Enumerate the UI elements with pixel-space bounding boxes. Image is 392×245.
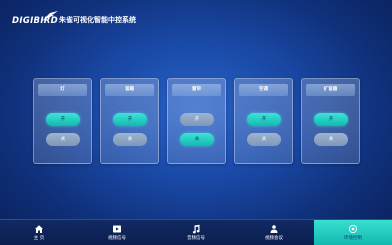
video-conference-icon (270, 225, 278, 233)
panel-curtain: 窗帘 开 关 (167, 78, 226, 164)
logo: DIGIBIRD (12, 10, 62, 30)
nav-item-video-conference[interactable]: 视频会议 (235, 220, 313, 245)
bottom-nav: 主 页 视频信号 音频信号 视频会议 环境控制 (0, 219, 392, 245)
panel-air-conditioner: 空调 开 关 (234, 78, 293, 164)
nav-item-home[interactable]: 主 页 (0, 220, 78, 245)
panel-light: 灯 开 关 (33, 78, 92, 164)
nav-label: 视频信号 (108, 236, 126, 241)
bird-logo-icon (42, 11, 58, 21)
nav-label: 环境控制 (344, 236, 362, 241)
speaker-off-button[interactable]: 关 (113, 133, 147, 146)
nav-item-environment-control[interactable]: 环境控制 (314, 220, 392, 245)
nav-label: 音频信号 (187, 236, 205, 241)
header: DIGIBIRD 朱雀可视化智能中控系统 (12, 8, 382, 32)
nav-label: 主 页 (33, 236, 45, 241)
environment-control-icon (348, 224, 358, 234)
nav-item-video-signal[interactable]: 视频信号 (78, 220, 156, 245)
app-title: 朱雀可视化智能中控系统 (59, 16, 136, 24)
light-off-button[interactable]: 关 (46, 133, 80, 146)
ac-off-button[interactable]: 关 (247, 133, 281, 146)
curtain-close-button[interactable]: 关 (180, 133, 214, 146)
panel-title: 空调 (239, 84, 288, 96)
panel-amplifier: 扩音器 开 关 (301, 78, 360, 164)
nav-label: 视频会议 (265, 236, 283, 241)
nav-item-audio-signal[interactable]: 音频信号 (157, 220, 235, 245)
panel-title: 扩音器 (306, 84, 355, 96)
amplifier-off-button[interactable]: 关 (314, 133, 348, 146)
light-on-button[interactable]: 开 (46, 113, 80, 126)
control-panels: 灯 开 关 音箱 开 关 窗帘 开 关 空调 开 关 扩音器 开 关 (33, 78, 360, 164)
panel-speaker: 音箱 开 关 (100, 78, 159, 164)
speaker-on-button[interactable]: 开 (113, 113, 147, 126)
panel-title: 音箱 (105, 84, 154, 96)
home-icon (35, 225, 43, 233)
amplifier-on-button[interactable]: 开 (314, 113, 348, 126)
music-note-icon (192, 224, 200, 234)
panel-title: 窗帘 (172, 84, 221, 96)
panel-title: 灯 (38, 84, 87, 96)
video-signal-icon (113, 225, 121, 233)
curtain-open-button[interactable]: 开 (180, 113, 214, 126)
ac-on-button[interactable]: 开 (247, 113, 281, 126)
